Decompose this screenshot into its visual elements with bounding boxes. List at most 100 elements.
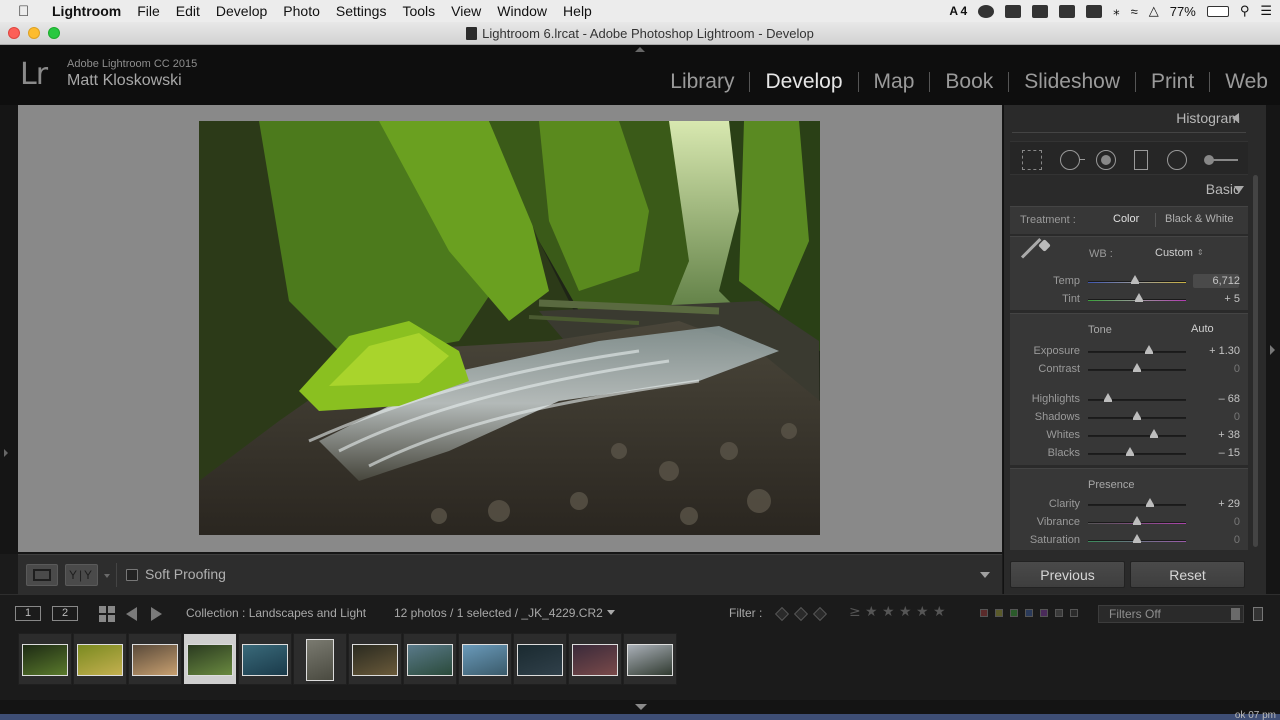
color-filter-red[interactable] bbox=[980, 609, 988, 617]
color-filter-green[interactable] bbox=[1010, 609, 1018, 617]
color-filter-none[interactable] bbox=[1055, 609, 1063, 617]
menu-help[interactable]: Help bbox=[555, 0, 600, 22]
flag-filter-rejected-icon[interactable] bbox=[812, 606, 828, 622]
before-after-button[interactable]: Y|Y bbox=[65, 564, 98, 586]
photo-count[interactable]: 12 photos / 1 selected / _JK_4229.CR2 bbox=[394, 606, 615, 620]
histogram-header[interactable]: Histogram bbox=[1176, 110, 1240, 126]
spot-removal-tool-icon[interactable] bbox=[1060, 150, 1085, 170]
module-web[interactable]: Web bbox=[1225, 70, 1268, 94]
slider-handle[interactable] bbox=[1133, 411, 1141, 420]
adobe-cc-icon[interactable]: A 4 bbox=[949, 4, 967, 18]
star-icon[interactable]: ★ bbox=[899, 604, 912, 620]
loupe-view-button[interactable] bbox=[26, 564, 58, 586]
eyedropper-icon[interactable] bbox=[1020, 238, 1054, 275]
creative-cloud-icon[interactable] bbox=[978, 4, 995, 18]
slider-value[interactable]: 0 bbox=[1196, 516, 1240, 528]
menu-view[interactable]: View bbox=[443, 0, 489, 22]
treatment-color-option[interactable]: Color bbox=[1113, 213, 1139, 225]
slider-track[interactable] bbox=[1088, 504, 1186, 506]
tone-slider-exposure[interactable]: Exposure + 1.30 bbox=[1010, 344, 1248, 360]
toolbar-options-dropdown-icon[interactable] bbox=[980, 572, 990, 578]
treatment-bw-option[interactable]: Black & White bbox=[1165, 213, 1233, 225]
filmstrip-toggle-icon[interactable] bbox=[635, 704, 647, 710]
module-library[interactable]: Library bbox=[670, 70, 734, 94]
flag-filter-pick-icon[interactable] bbox=[774, 606, 790, 622]
previous-button[interactable]: Previous bbox=[1010, 561, 1125, 588]
filmstrip-thumbnail[interactable] bbox=[183, 633, 237, 685]
filmstrip-thumbnail[interactable] bbox=[18, 633, 72, 685]
collection-source[interactable]: Collection : Landscapes and Light bbox=[186, 606, 366, 620]
slider-value[interactable]: 0 bbox=[1196, 411, 1240, 423]
search-icon[interactable]: ⚲ bbox=[1240, 3, 1250, 19]
slider-value[interactable]: – 68 bbox=[1196, 393, 1240, 405]
filmstrip-thumbnail[interactable] bbox=[128, 633, 182, 685]
evernote-icon[interactable] bbox=[1005, 4, 1022, 18]
wb-slider-temp[interactable]: Temp 6,712 bbox=[1010, 274, 1248, 290]
color-filter-blue[interactable] bbox=[1025, 609, 1033, 617]
menu-file[interactable]: File bbox=[129, 0, 168, 22]
slider-track[interactable] bbox=[1088, 351, 1186, 353]
airplay-icon[interactable] bbox=[1059, 4, 1076, 18]
apple-icon[interactable]:  bbox=[18, 3, 40, 20]
menu-edit[interactable]: Edit bbox=[168, 0, 208, 22]
module-slideshow[interactable]: Slideshow bbox=[1024, 70, 1120, 94]
graduated-filter-tool-icon[interactable] bbox=[1134, 150, 1148, 170]
second-window-button[interactable]: 2 bbox=[52, 606, 78, 621]
right-panel-toggle-icon[interactable] bbox=[1270, 345, 1275, 355]
slider-track[interactable] bbox=[1088, 453, 1186, 455]
grid-view-icon[interactable] bbox=[99, 606, 115, 622]
star-icon[interactable]: ★ bbox=[865, 604, 878, 620]
module-book[interactable]: Book bbox=[945, 70, 993, 94]
menu-settings[interactable]: Settings bbox=[328, 0, 395, 22]
flag-filter-unflagged-icon[interactable] bbox=[793, 606, 809, 622]
back-arrow-icon[interactable] bbox=[126, 607, 137, 621]
slider-value[interactable]: + 29 bbox=[1196, 498, 1240, 510]
adjustment-brush-tool-icon[interactable] bbox=[1204, 150, 1238, 170]
filmstrip-thumbnail[interactable] bbox=[403, 633, 457, 685]
color-filter-other[interactable] bbox=[1070, 609, 1078, 617]
before-after-dropdown-icon[interactable] bbox=[104, 574, 110, 578]
slider-value[interactable]: 6,712 bbox=[1196, 275, 1240, 287]
keyboard-icon[interactable] bbox=[1086, 4, 1103, 18]
wb-select[interactable]: Custom ⇕ bbox=[1155, 247, 1204, 259]
slider-handle[interactable] bbox=[1126, 447, 1135, 456]
slider-value[interactable]: + 1.30 bbox=[1196, 345, 1240, 357]
slider-value[interactable]: + 38 bbox=[1196, 429, 1240, 441]
menu-tools[interactable]: Tools bbox=[394, 0, 443, 22]
forward-arrow-icon[interactable] bbox=[151, 607, 162, 621]
filmstrip-thumbnail[interactable] bbox=[458, 633, 512, 685]
filmstrip-thumbnail[interactable] bbox=[348, 633, 402, 685]
filters-select[interactable]: Filters Off bbox=[1098, 605, 1244, 623]
tone-slider-shadows[interactable]: Shadows 0 bbox=[1010, 410, 1248, 426]
slider-handle[interactable] bbox=[1133, 534, 1141, 543]
photo-preview[interactable] bbox=[199, 121, 820, 535]
slider-track[interactable] bbox=[1088, 435, 1186, 437]
filmstrip-thumbnail[interactable] bbox=[623, 633, 677, 685]
tone-slider-blacks[interactable]: Blacks – 15 bbox=[1010, 446, 1248, 462]
slider-handle[interactable] bbox=[1144, 345, 1153, 354]
module-print[interactable]: Print bbox=[1151, 70, 1194, 94]
slider-value[interactable]: + 5 bbox=[1196, 293, 1240, 305]
notification-center-icon[interactable]: ☰ bbox=[1260, 3, 1272, 19]
top-panel-toggle-icon[interactable] bbox=[635, 47, 645, 52]
menu-photo[interactable]: Photo bbox=[275, 0, 328, 22]
red-eye-tool-icon[interactable] bbox=[1096, 150, 1116, 170]
main-window-button[interactable]: 1 bbox=[15, 606, 41, 621]
slider-value[interactable]: 0 bbox=[1196, 363, 1240, 375]
star-icon[interactable]: ★ bbox=[933, 604, 946, 620]
slider-handle[interactable] bbox=[1133, 363, 1141, 372]
slider-value[interactable]: – 15 bbox=[1196, 447, 1240, 459]
left-panel-toggle-icon[interactable] bbox=[4, 449, 8, 457]
slider-handle[interactable] bbox=[1145, 498, 1154, 507]
wifi-icon[interactable]: ≈ bbox=[1131, 4, 1138, 19]
filmstrip-thumbnail[interactable] bbox=[568, 633, 622, 685]
filmstrip-thumbnail[interactable] bbox=[513, 633, 567, 685]
rating-operator-icon[interactable]: ≥ bbox=[849, 604, 861, 620]
battery-icon[interactable] bbox=[1206, 5, 1229, 17]
color-filter-yellow[interactable] bbox=[995, 609, 1003, 617]
dropbox-icon[interactable] bbox=[1032, 4, 1049, 18]
bluetooth-icon[interactable]: ⁎ bbox=[1113, 3, 1120, 19]
right-panel-scrollbar[interactable] bbox=[1253, 175, 1258, 547]
slider-handle[interactable] bbox=[1134, 293, 1143, 302]
filmstrip-thumbnail[interactable] bbox=[238, 633, 292, 685]
